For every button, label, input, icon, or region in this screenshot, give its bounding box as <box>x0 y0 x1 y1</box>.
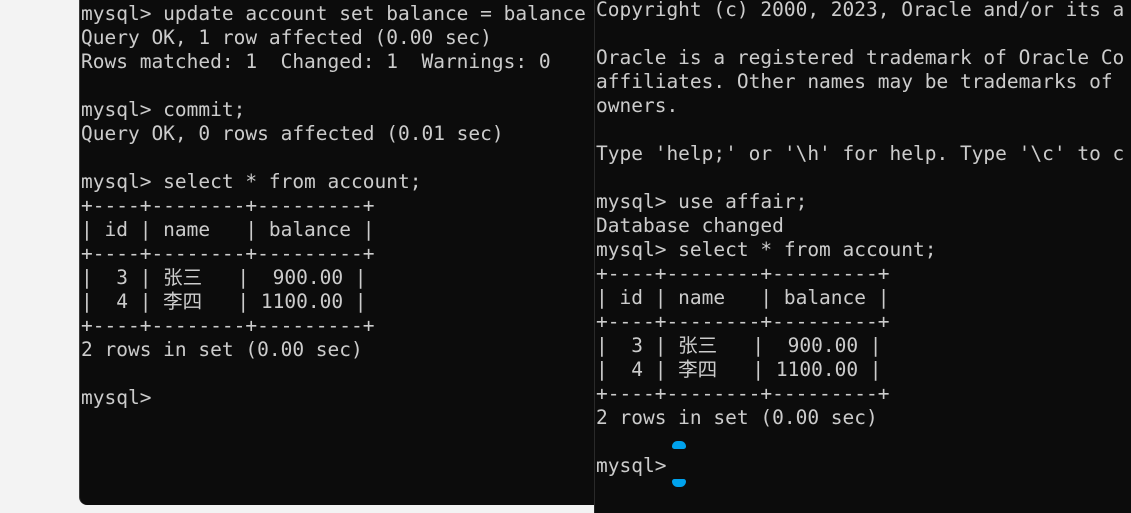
table-border: +----+--------+---------+ <box>81 194 375 217</box>
terminal-line: owners. <box>596 94 679 117</box>
table-row: | 3 | 张三 | 900.00 | <box>81 266 367 289</box>
table-header-row: | id | name | balance | <box>81 218 375 241</box>
terminal-line: mysql> use affair; <box>596 190 808 213</box>
terminal-line: Rows matched: 1 Changed: 1 Warnings: 0 <box>81 50 551 73</box>
text-cursor-icon <box>672 479 686 487</box>
terminal-line: Type 'help;' or '\h' for help. Type '\c'… <box>596 142 1125 165</box>
text-cursor-icon <box>672 441 686 449</box>
terminal-line: mysql> select * from account; <box>81 170 422 193</box>
table-border: +----+--------+---------+ <box>596 382 890 405</box>
terminal-line: Database changed <box>596 214 784 237</box>
table-border: +----+--------+---------+ <box>596 310 890 333</box>
terminal-line: Query OK, 0 rows affected (0.01 sec) <box>81 122 504 145</box>
table-border: +----+--------+---------+ <box>81 314 375 337</box>
terminal-line: 2 rows in set (0.00 sec) <box>81 338 363 361</box>
table-border: +----+--------+---------+ <box>81 242 375 265</box>
terminal-line: affiliates. Other names may be trademark… <box>596 70 1113 93</box>
terminal-line: mysql> commit; <box>81 98 246 121</box>
terminal-output-left: mysql> update account set balance = bala… <box>81 0 660 410</box>
terminal-line: mysql> select * from account; <box>596 238 937 261</box>
terminal-line: Query OK, 1 row affected (0.00 sec) <box>81 26 492 49</box>
terminal-window-right[interactable]: Copyright (c) 2000, 2023, Oracle and/or … <box>594 0 1131 513</box>
terminal-line: 2 rows in set (0.00 sec) <box>596 406 878 429</box>
terminal-line: mysql> update account set balance = bala… <box>81 2 586 25</box>
terminal-output-right: Copyright (c) 2000, 2023, Oracle and/or … <box>596 0 1131 478</box>
table-border: +----+--------+---------+ <box>596 262 890 285</box>
terminal-window-left[interactable]: mysql> update account set balance = bala… <box>79 0 660 505</box>
table-row: | 4 | 李四 | 1100.00 | <box>81 290 367 313</box>
table-row: | 3 | 张三 | 900.00 | <box>596 334 882 357</box>
prompt-line[interactable]: mysql> <box>81 386 660 410</box>
table-row: | 4 | 李四 | 1100.00 | <box>596 358 882 381</box>
prompt-line[interactable]: mysql> <box>596 454 1131 478</box>
terminal-line: Copyright (c) 2000, 2023, Oracle and/or … <box>596 0 1125 21</box>
terminal-line: Oracle is a registered trademark of Orac… <box>596 46 1125 69</box>
table-header-row: | id | name | balance | <box>596 286 890 309</box>
